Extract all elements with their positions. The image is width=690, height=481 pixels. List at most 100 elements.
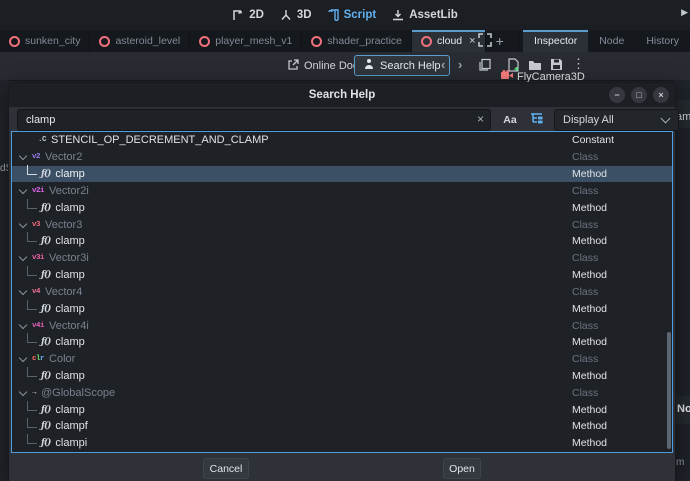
clear-search-icon[interactable]: × [477,112,484,126]
tree-row-type: Method [572,269,607,281]
dock-tab-history[interactable]: History [635,30,690,52]
script-tab-label: asteroid_level [115,35,180,47]
panel-toggle-arrow-icon[interactable]: ▶ [681,7,688,18]
dock-tab-node[interactable]: Node [588,30,635,52]
scripts-panel-icon[interactable] [478,58,492,77]
script-tab-cloud[interactable]: cloud× [412,30,486,52]
method-icon: ƒ() [41,304,50,314]
tree-row-type: Class [572,353,598,365]
display-filter-value: Display All [555,114,662,126]
tree-row[interactable]: ƒ()clampMethod [12,233,672,250]
search-input[interactable] [18,110,470,129]
script-tab-shader_practice[interactable]: shader_practice [302,30,412,52]
tree-branch-line [27,418,37,428]
tree-row-type: Method [572,303,607,315]
case-sensitive-toggle[interactable]: Aa [499,109,521,131]
tree-row-type: Class [572,286,598,298]
display-filter-dropdown[interactable]: Display All [554,109,679,131]
dock-tab-inspector[interactable]: Inspector [523,30,588,52]
tree-row[interactable]: .CSTENCIL_OP_DECREMENT_AND_CLAMPConstant [12,132,672,149]
inspector-node-name-label: FlyCamera3D [517,71,585,83]
tree-row[interactable]: ƒ()clampMethod [12,199,672,216]
method-icon: ƒ() [41,203,50,213]
dialog-titlebar[interactable]: Search Help − □ × [9,83,675,107]
tree-row[interactable]: v2 Vector2 Class [12,149,672,166]
tree-row[interactable]: clrColorClass [12,351,672,368]
tree-row-type: Class [572,151,598,163]
script-icon [328,9,339,21]
tree-row[interactable]: ƒ()clampiMethod [12,435,672,452]
script-tab-sunken_city[interactable]: sunken_city [0,30,90,52]
open-button[interactable]: Open [443,458,481,479]
tree-row[interactable]: ƒ()clampMethod [12,300,672,317]
search-help-button[interactable]: Search Help [354,55,450,76]
menu-item-assetlib[interactable]: AssetLib [392,9,458,21]
tree-row-label: Vector4 [45,286,82,298]
history-back-button[interactable]: ‹ [441,57,445,72]
expand-fullscreen-icon[interactable] [478,33,492,52]
tree-row[interactable]: ƒ()clampfMethod [12,418,672,435]
menu-item-3d[interactable]: 3D [280,9,312,21]
tree-row[interactable]: v4iVector4iClass [12,317,672,334]
tree-row[interactable]: v2iVector2iClass [12,182,672,199]
tree-row-type: Class [572,219,598,231]
tree-row[interactable]: v4Vector4Class [12,283,672,300]
tree-scrollbar[interactable] [667,332,671,449]
collapse-chevron-icon[interactable] [19,253,27,261]
tree-row-label: @GlobalScope [41,387,115,399]
tree-row[interactable]: ƒ()clampMethod [12,334,672,351]
tree-row[interactable]: ƒ() clamp Method [12,267,672,284]
tree-row-label: Vector4i [49,320,89,332]
tab-close-icon[interactable]: × [469,35,475,47]
collapse-chevron-icon[interactable] [19,320,27,328]
dock-tabs: InspectorNodeHistory [518,30,690,52]
collapse-chevron-icon[interactable] [19,152,27,160]
tree-row-label: clamp [55,269,84,281]
collapse-chevron-icon[interactable] [19,186,27,194]
collapse-chevron-icon[interactable] [19,219,27,227]
background-text-fragment-right-bottom: m [676,457,684,468]
script-tab-strip: sunken_city asteroid_level player_mesh_v1 s… [0,30,690,52]
tree-row-type: Method [572,420,607,432]
minimize-icon[interactable]: − [609,87,625,103]
tree-row[interactable]: v3Vector3Class [12,216,672,233]
tree-branch-line [27,333,37,343]
collapse-chevron-icon[interactable] [19,388,27,396]
tree-row-type: Class [572,252,598,264]
close-icon[interactable]: × [653,87,669,103]
search-results-tree[interactable]: .CSTENCIL_OP_DECREMENT_AND_CLAMPConstant… [11,131,673,453]
tree-row[interactable]: v3iVector3iClass [12,250,672,267]
tree-row-type: Method [572,437,607,449]
cancel-button[interactable]: Cancel [203,458,249,479]
tree-row[interactable]: ƒ()clampMethod [12,368,672,385]
script-tab-label: player_mesh_v1 [215,35,292,47]
tree-row-label: clamp [55,404,84,416]
tree-row[interactable]: ƒ()clampMethod [12,166,672,183]
window-buttons: − □ × [609,87,669,103]
vector2-class-icon: v2 [32,153,40,161]
method-icon: ƒ() [41,236,50,246]
shader-file-icon [9,36,20,47]
online-docs-button[interactable]: Online Docs [287,57,364,75]
menu-item-script[interactable]: Script [328,9,377,21]
script-tab-label: sunken_city [25,35,80,47]
tree-row[interactable]: →@GlobalScopeClass [12,384,672,401]
chevron-down-icon [661,114,671,124]
tree-row-type: Method [572,404,607,416]
tree-branch-line [27,165,37,175]
script-tab-player_mesh_v1[interactable]: player_mesh_v1 [190,30,302,52]
history-forward-button[interactable]: › [458,57,462,72]
tree-row[interactable]: ƒ()clampMethod [12,401,672,418]
collapse-chevron-icon[interactable] [19,287,27,295]
menu-item-2d[interactable]: 2D [232,9,264,21]
show-hierarchy-toggle[interactable] [525,109,547,131]
tree-row-label: Vector2 [45,151,82,163]
color-icon-letter: r [40,355,44,363]
method-icon: ƒ() [41,270,50,280]
color-class-icon: clr [32,355,44,363]
maximize-icon[interactable]: □ [631,87,647,103]
shader-file-icon [199,36,210,47]
collapse-chevron-icon[interactable] [19,354,27,362]
script-tab-asteroid_level[interactable]: asteroid_level [90,30,190,52]
constant-icon: .C [38,136,46,144]
